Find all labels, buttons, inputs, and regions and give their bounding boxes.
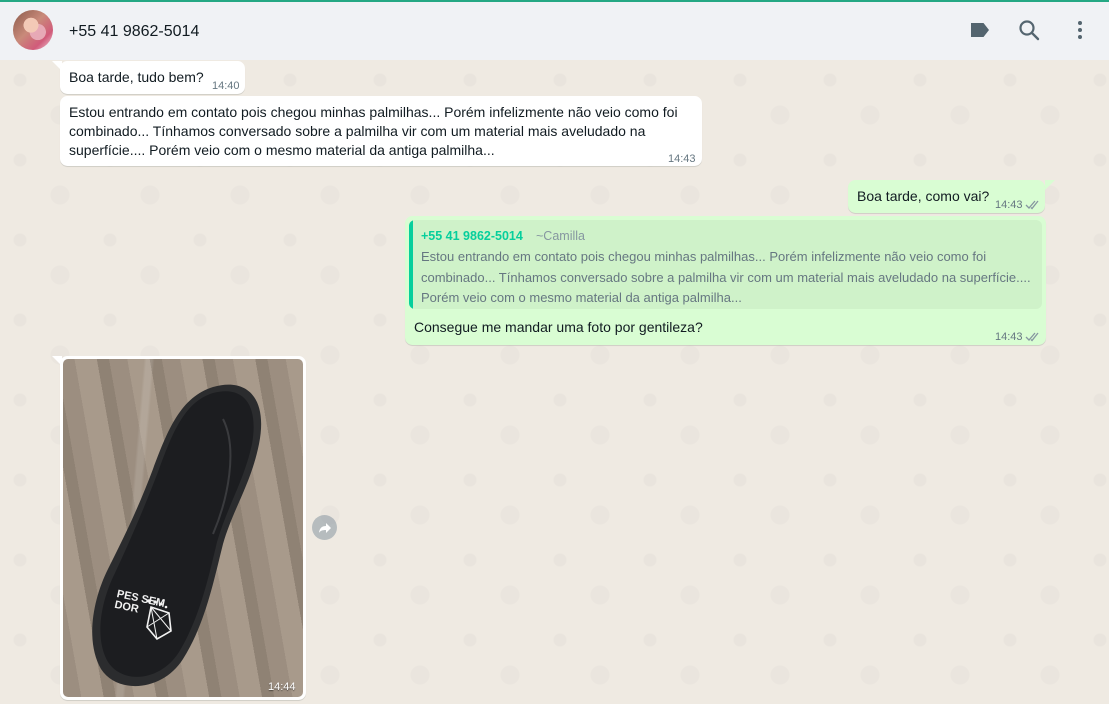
message-time: 14:44 — [268, 681, 296, 693]
message-text: Boa tarde, como vai? — [857, 188, 990, 204]
quoted-push-name: ~Camilla — [536, 229, 585, 243]
search-icon[interactable] — [1016, 17, 1042, 43]
message-time: 14:43 — [668, 153, 696, 165]
message-time: 14:40 — [212, 80, 240, 92]
foot-logo-icon — [146, 599, 172, 641]
message-text: Boa tarde, tudo bem? — [69, 69, 204, 85]
quoted-text: Estou entrando em contato pois chegou mi… — [421, 249, 1031, 305]
quoted-message[interactable]: +55 41 9862-5014 ~Camilla Estou entrando… — [409, 220, 1042, 309]
message-text: Estou entrando em contato pois chegou mi… — [69, 104, 678, 158]
forward-icon[interactable] — [312, 515, 337, 540]
label-icon[interactable] — [967, 17, 993, 43]
quoted-author: +55 41 9862-5014 — [421, 229, 523, 243]
chat-panel: Boa tarde, tudo bem? 14:40 Estou entrand… — [0, 60, 1109, 704]
image-message[interactable]: PES SEM DOR 14:44 — [60, 356, 306, 700]
message-time: 14:43 — [995, 199, 1023, 211]
message-time: 14:43 — [995, 331, 1023, 343]
contact-avatar[interactable] — [13, 10, 53, 50]
message-bubble-outgoing[interactable]: Boa tarde, como vai? 14:43 — [848, 180, 1045, 213]
message-text: Consegue me mandar uma foto por gentilez… — [414, 319, 703, 335]
message-bubble-incoming[interactable]: Boa tarde, tudo bem? 14:40 — [60, 61, 245, 94]
read-receipt-icon — [1025, 196, 1041, 215]
bubble-tail — [1045, 180, 1055, 190]
message-bubble-incoming[interactable]: Estou entrando em contato pois chegou mi… — [60, 96, 702, 166]
menu-icon[interactable] — [1067, 17, 1093, 43]
chat-header: +55 41 9862-5014 — [0, 2, 1109, 60]
read-receipt-icon — [1025, 328, 1041, 347]
contact-name[interactable]: +55 41 9862-5014 — [69, 23, 199, 41]
insole-photo[interactable]: PES SEM DOR 14:44 — [63, 359, 303, 697]
message-bubble-outgoing[interactable]: +55 41 9862-5014 ~Camilla Estou entrando… — [405, 216, 1046, 345]
quote-accent-bar — [409, 220, 413, 309]
